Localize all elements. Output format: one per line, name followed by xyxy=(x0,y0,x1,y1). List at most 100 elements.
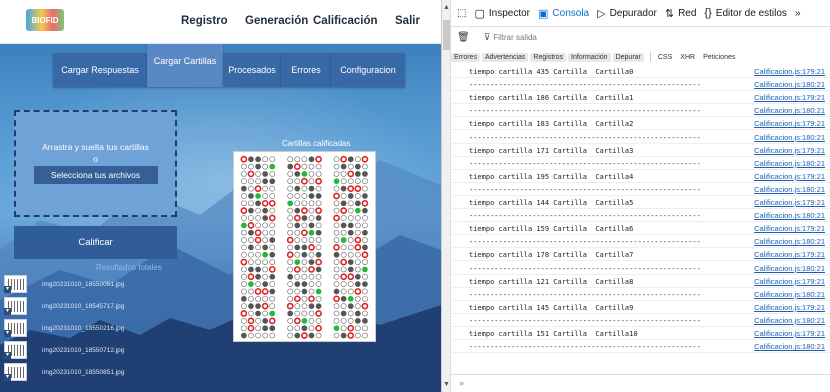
console-source-link[interactable]: Calificacion.js:180:21 xyxy=(754,105,825,117)
trash-icon[interactable]: 🗑 xyxy=(457,32,470,43)
console-level-toggle[interactable]: Advertencias xyxy=(481,52,529,62)
file-name[interactable]: img20231010_18550712.jpg xyxy=(42,347,124,354)
answer-bubble xyxy=(308,325,315,332)
answer-bubble xyxy=(347,222,354,229)
filter-input[interactable]: Filtrar salida xyxy=(493,33,537,42)
console-source-link[interactable]: Calificacion.js:180:21 xyxy=(754,132,825,144)
file-name[interactable]: img20231010_18550051.jpg xyxy=(42,281,124,288)
answer-bubble xyxy=(354,193,361,199)
answer-bubble xyxy=(262,259,269,265)
answer-bubble xyxy=(333,266,340,273)
tab-cargar-respuestas[interactable]: Cargar Respuestas xyxy=(53,53,147,87)
devtools-tab[interactable]: ▢ Inspector xyxy=(474,7,530,20)
download-icon[interactable]: ▾ xyxy=(4,374,11,381)
answer-bubble xyxy=(301,185,308,192)
answer-bubble xyxy=(269,237,276,243)
file-thumbnail[interactable]: ▾ xyxy=(4,297,27,315)
nav-salir[interactable]: Salir xyxy=(395,15,420,27)
answer-bubble xyxy=(308,259,315,265)
answer-bubble xyxy=(333,192,340,200)
answer-bubble xyxy=(333,259,340,265)
tab-procesados[interactable]: Procesados xyxy=(223,53,281,87)
devtools-tab[interactable]: ⇅ Red xyxy=(665,7,697,20)
console-source-link[interactable]: Calificacion.js:180:21 xyxy=(754,315,825,327)
file-thumbnail[interactable]: ▾ xyxy=(4,319,27,337)
tab-errores[interactable]: Errores xyxy=(281,53,331,87)
answer-bubble xyxy=(362,295,368,302)
console-source-link[interactable]: Calificacion.js:179:21 xyxy=(754,145,825,157)
console-source-link[interactable]: Calificacion.js:180:21 xyxy=(754,158,825,170)
element-picker-icon[interactable]: ⬚ xyxy=(457,8,466,19)
console-source-link[interactable]: Calificacion.js:180:21 xyxy=(754,289,825,301)
devtools-tab[interactable]: {} Editor de estilos xyxy=(704,7,787,19)
scroll-thumb[interactable] xyxy=(443,20,450,50)
devtools-more-tabs-icon[interactable]: » xyxy=(795,8,801,19)
console-level-toggle[interactable]: CSS xyxy=(655,53,675,62)
file-name[interactable]: img20231010_18545717.jpg xyxy=(42,303,124,310)
console-level-toggle[interactable]: Información xyxy=(568,52,611,62)
console-source-link[interactable]: Calificacion.js:179:21 xyxy=(754,66,825,78)
console-source-link[interactable]: Calificacion.js:179:21 xyxy=(754,276,825,288)
console-level-toggle[interactable]: Registros xyxy=(530,52,566,62)
console-source-link[interactable]: Calificacion.js:179:21 xyxy=(754,223,825,235)
console-level-toggle[interactable]: Errores xyxy=(451,52,480,62)
console-input[interactable]: » xyxy=(451,374,830,392)
console-source-link[interactable]: Calificacion.js:180:21 xyxy=(754,236,825,248)
answer-bubble xyxy=(262,163,269,170)
answer-bubble xyxy=(308,295,315,303)
brand-logo[interactable]: BIOFID xyxy=(26,9,64,31)
file-thumbnail[interactable]: ▾ xyxy=(4,363,27,381)
console-source-link[interactable]: Calificacion.js:179:21 xyxy=(754,328,825,340)
select-files-button[interactable]: Selecciona tus archivos xyxy=(33,166,158,184)
file-name[interactable]: img20231010_18550851.jpg xyxy=(42,369,124,376)
tab-configuracion[interactable]: Configuracion xyxy=(331,53,405,87)
tab-cargar-cartillas[interactable]: Cargar Cartillas xyxy=(147,44,223,87)
file-thumbnail[interactable]: ▾ xyxy=(4,341,27,359)
console-source-link[interactable]: Calificacion.js:180:21 xyxy=(754,341,825,353)
file-dropzone[interactable]: Arrastra y suelta tus cartillas o Selecc… xyxy=(14,110,177,217)
console-source-link[interactable]: Calificacion.js:180:21 xyxy=(754,184,825,196)
grade-button[interactable]: Calificar xyxy=(14,226,177,259)
nav-registro[interactable]: Registro xyxy=(181,15,228,27)
nav-calificacion[interactable]: Calificación xyxy=(313,15,378,27)
answer-bubble xyxy=(301,163,308,170)
answer-bubble xyxy=(340,185,347,192)
console-row: tiempo cartilla 151 Cartilla Cartilla10 C… xyxy=(451,328,830,340)
answer-bubble xyxy=(241,200,247,207)
console-source-link[interactable]: Calificacion.js:179:21 xyxy=(754,171,825,183)
answer-bubble xyxy=(262,185,269,192)
console-source-link[interactable]: Calificacion.js:179:21 xyxy=(754,249,825,261)
download-icon[interactable]: ▾ xyxy=(4,286,11,293)
answer-bubble xyxy=(340,258,347,266)
answer-bubble xyxy=(315,155,322,163)
answer-bubble xyxy=(333,281,340,287)
devtools-tab[interactable]: ▣ Consola xyxy=(538,7,589,20)
answer-bubble xyxy=(294,303,301,310)
console-source-link[interactable]: Calificacion.js:179:21 xyxy=(754,92,825,104)
console-source-link[interactable]: Calificacion.js:179:21 xyxy=(754,197,825,209)
console-row: ----------------------------------------… xyxy=(451,315,830,327)
console-level-toggle[interactable]: XHR xyxy=(677,53,698,62)
page-scrollbar[interactable]: ▲ ▼ xyxy=(442,0,451,392)
download-icon[interactable]: ▾ xyxy=(4,330,11,337)
answer-bubble xyxy=(294,325,301,332)
console-level-toggle[interactable]: Peticiones xyxy=(700,53,738,62)
answer-bubble xyxy=(241,303,247,310)
console-source-link[interactable]: Calificacion.js:179:21 xyxy=(754,302,825,314)
file-thumbnail[interactable]: ▾ xyxy=(4,275,27,293)
console-source-link[interactable]: Calificacion.js:180:21 xyxy=(754,79,825,91)
console-source-link[interactable]: Calificacion.js:180:21 xyxy=(754,210,825,222)
devtools-tab[interactable]: ▷ Depurador xyxy=(597,7,657,20)
download-icon[interactable]: ▾ xyxy=(4,308,11,315)
console-source-link[interactable]: Calificacion.js:180:21 xyxy=(754,263,825,275)
scroll-down-icon[interactable]: ▼ xyxy=(443,381,450,388)
nav-generacion[interactable]: Generación xyxy=(245,15,308,27)
scroll-up-icon[interactable]: ▲ xyxy=(443,4,450,11)
download-icon[interactable]: ▾ xyxy=(4,352,11,359)
file-name[interactable]: img20231010_18550216.jpg xyxy=(42,325,124,332)
console-level-toggle[interactable]: Depurar xyxy=(612,52,644,62)
console-source-link[interactable]: Calificacion.js:179:21 xyxy=(754,118,825,130)
console-row: tiempo cartilla 178 Cartilla Cartilla7 Ca… xyxy=(451,249,830,262)
answer-bubble xyxy=(240,207,248,215)
answer-bubble xyxy=(315,251,322,258)
